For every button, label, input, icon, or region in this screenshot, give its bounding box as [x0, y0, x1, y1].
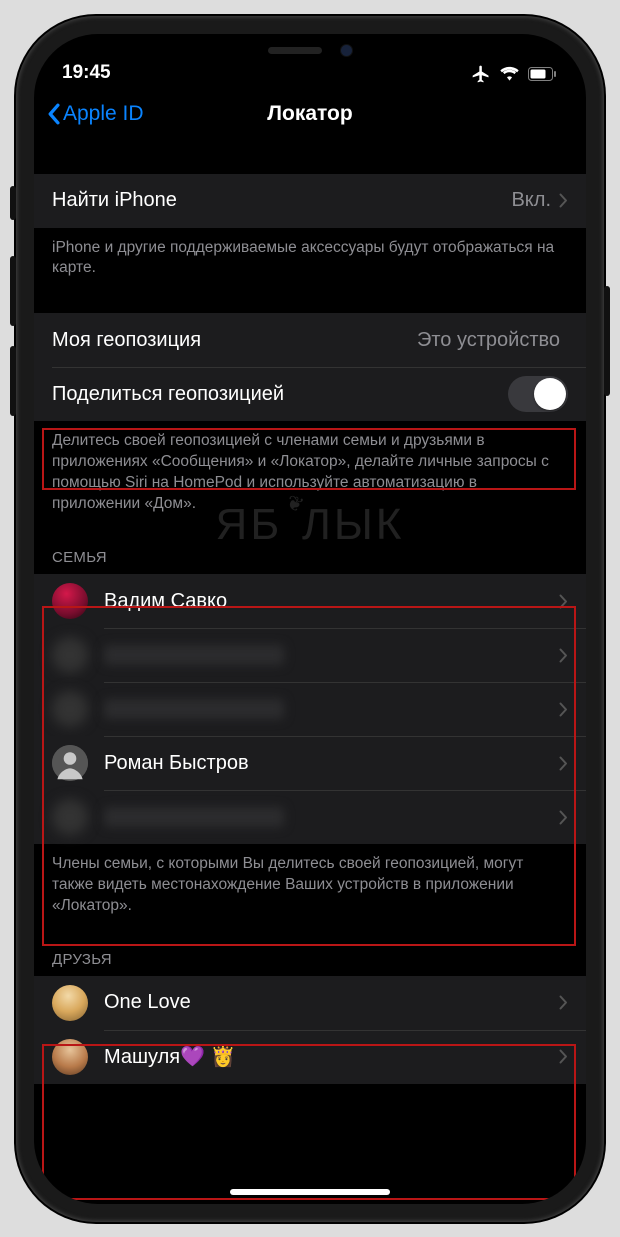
- chevron-right-icon: [559, 810, 568, 825]
- family-member-row[interactable]: Вадим Савко: [34, 574, 586, 628]
- cell-label: Найти iPhone: [52, 189, 511, 212]
- friend-row[interactable]: Машуля💜 👸: [34, 1030, 586, 1084]
- family-list: Вадим Савко Роман Быстров: [34, 574, 586, 844]
- wifi-icon: [499, 66, 520, 81]
- share-location-row[interactable]: Поделиться геопозицией: [34, 367, 586, 421]
- avatar: [52, 1039, 88, 1075]
- section-header-friends: ДРУЗЬЯ: [34, 951, 586, 976]
- avatar: [52, 691, 88, 727]
- person-name: [104, 645, 559, 665]
- back-button[interactable]: Apple ID: [46, 88, 144, 140]
- chevron-left-icon: [46, 103, 61, 125]
- volume-up-button[interactable]: [10, 256, 16, 326]
- home-indicator[interactable]: [230, 1189, 390, 1195]
- page-title: Локатор: [267, 102, 352, 126]
- back-label: Apple ID: [63, 102, 144, 126]
- my-location-row[interactable]: Моя геопозиция Это устройство: [34, 313, 586, 367]
- person-name: [104, 699, 559, 719]
- find-iphone-row[interactable]: Найти iPhone Вкл.: [34, 174, 586, 228]
- cell-label: Моя геопозиция: [52, 329, 417, 352]
- power-button[interactable]: [604, 286, 610, 396]
- share-location-toggle[interactable]: [508, 376, 568, 412]
- section-header-family: СЕМЬЯ: [34, 549, 586, 574]
- section-footer: Делитесь своей геопозицией с членами сем…: [34, 421, 586, 515]
- person-name: [104, 807, 559, 827]
- section-footer: iPhone и другие поддерживаемые аксессуар…: [34, 228, 586, 280]
- phone-frame: 19:45 Apple ID Локатор Найти iPhon: [16, 16, 604, 1222]
- family-member-row[interactable]: [34, 628, 586, 682]
- avatar: [52, 745, 88, 781]
- avatar: [52, 583, 88, 619]
- family-member-row[interactable]: [34, 682, 586, 736]
- settings-content: Найти iPhone Вкл. iPhone и другие поддер…: [34, 140, 586, 1204]
- family-member-row[interactable]: Роман Быстров: [34, 736, 586, 790]
- friend-row[interactable]: One Love: [34, 976, 586, 1030]
- nav-bar: Apple ID Локатор: [34, 88, 586, 140]
- screen: 19:45 Apple ID Локатор Найти iPhon: [34, 34, 586, 1204]
- cell-value: Вкл.: [511, 189, 551, 212]
- avatar: [52, 799, 88, 835]
- person-name: Машуля💜 👸: [104, 1044, 559, 1069]
- avatar: [52, 637, 88, 673]
- cell-label: Поделиться геопозицией: [52, 383, 508, 406]
- volume-down-button[interactable]: [10, 346, 16, 416]
- person-name: Вадим Савко: [104, 590, 559, 613]
- mute-switch[interactable]: [10, 186, 16, 220]
- person-name: One Love: [104, 991, 559, 1014]
- notch: [186, 34, 434, 68]
- chevron-right-icon: [559, 648, 568, 663]
- person-name: Роман Быстров: [104, 752, 559, 775]
- chevron-right-icon: [559, 756, 568, 771]
- chevron-right-icon: [559, 193, 568, 208]
- family-member-row[interactable]: [34, 790, 586, 844]
- battery-icon: [528, 67, 558, 81]
- status-time: 19:45: [62, 62, 111, 84]
- friends-list: One Love Машуля💜 👸: [34, 976, 586, 1084]
- cell-value: Это устройство: [417, 329, 560, 352]
- chevron-right-icon: [559, 702, 568, 717]
- chevron-right-icon: [559, 995, 568, 1010]
- chevron-right-icon: [559, 594, 568, 609]
- avatar: [52, 985, 88, 1021]
- section-footer: Члены семьи, с которыми Вы делитесь свое…: [34, 844, 586, 917]
- airplane-mode-icon: [471, 64, 491, 84]
- chevron-right-icon: [559, 1049, 568, 1064]
